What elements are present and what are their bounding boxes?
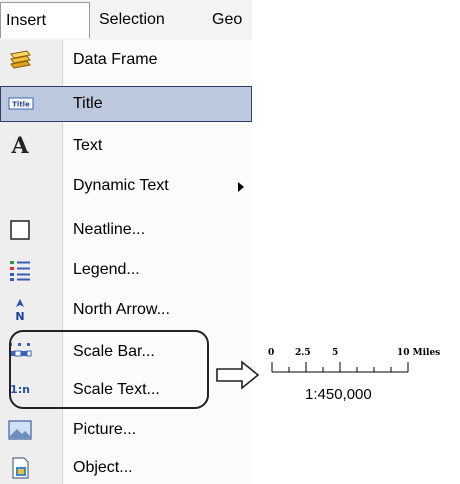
- object-icon: [7, 455, 33, 481]
- scale-text-sample: 1:450,000: [305, 386, 372, 403]
- menu-tab-geoprocessing[interactable]: Geo: [212, 2, 252, 38]
- data-frame-icon: [7, 47, 33, 73]
- annotation-highlight-box: [9, 330, 209, 409]
- scale-bar-graphic: [271, 362, 409, 373]
- menu-item-picture[interactable]: Picture...: [0, 412, 252, 448]
- menu-item-label: North Arrow...: [73, 301, 170, 318]
- menu-tab-geo-label: Geo: [212, 11, 243, 28]
- menu-bar: Insert Selection Geo: [0, 0, 252, 41]
- menu-item-neatline[interactable]: Neatline...: [0, 212, 252, 248]
- svg-text:N: N: [15, 310, 24, 323]
- text-a-icon: A: [7, 133, 33, 159]
- menu-item-label: Neatline...: [73, 221, 146, 238]
- menu-item-label: Dynamic Text: [73, 177, 169, 194]
- text-a-glyph: A: [11, 133, 29, 159]
- submenu-arrow-icon: [237, 180, 245, 198]
- title-icon: Title: [8, 91, 34, 117]
- menu-item-label: Picture...: [73, 421, 137, 438]
- menu-item-label: Legend...: [73, 261, 140, 278]
- menu-item-object[interactable]: Object...: [0, 450, 252, 484]
- menu-item-title[interactable]: Title Title: [0, 86, 252, 122]
- menu-item-legend[interactable]: Legend...: [0, 252, 252, 288]
- insert-menu-dropdown: Data Frame Title Title A Text Dynamic Te…: [0, 40, 252, 484]
- north-arrow-icon: N: [7, 297, 33, 323]
- menu-tab-selection-label: Selection: [99, 11, 165, 28]
- menu-item-label: Data Frame: [73, 51, 158, 68]
- menu-item-label: Text: [73, 137, 103, 154]
- legend-icon: [7, 257, 33, 283]
- scale-tick-label: 2.5: [295, 348, 311, 358]
- menu-item-north-arrow[interactable]: N North Arrow...: [0, 292, 252, 328]
- menu-tab-insert[interactable]: Insert: [0, 2, 90, 38]
- menu-tab-insert-label: Insert: [6, 12, 47, 29]
- menu-tab-selection[interactable]: Selection: [99, 2, 199, 38]
- menu-item-text[interactable]: A Text: [0, 128, 252, 164]
- menu-item-label: Title: [73, 95, 103, 112]
- scale-bar-sample: 0 2.5 5 10 Miles 1:450,000: [262, 340, 458, 410]
- scale-tick-label: 0: [268, 348, 275, 358]
- picture-icon: [7, 417, 33, 443]
- menu-item-dynamic-text[interactable]: Dynamic Text: [0, 168, 252, 204]
- annotation-arrow-icon: [216, 360, 260, 395]
- scale-tick-label: 10 Miles: [397, 348, 441, 358]
- menu-item-label: Object...: [73, 459, 133, 476]
- neatline-icon: [7, 217, 33, 243]
- svg-text:Title: Title: [12, 101, 30, 109]
- menu-item-data-frame[interactable]: Data Frame: [0, 42, 252, 78]
- scale-tick-label: 5: [332, 348, 339, 358]
